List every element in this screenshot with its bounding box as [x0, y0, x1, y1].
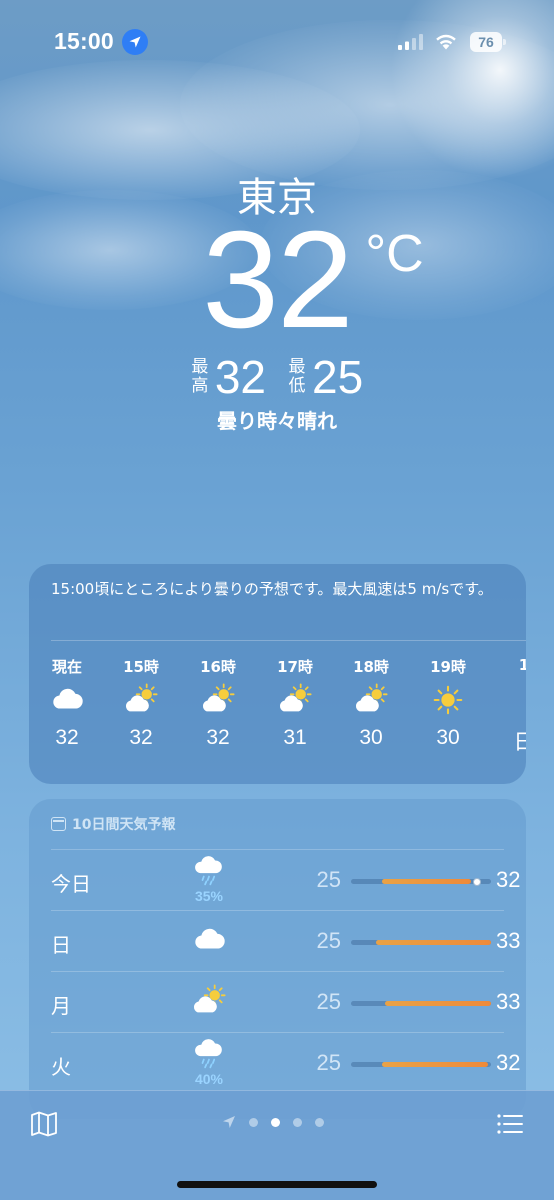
location-page-icon[interactable]	[222, 1115, 236, 1129]
precip-chance: 40%	[194, 1071, 224, 1087]
weather-condition: 曇り時々晴れ	[217, 409, 337, 433]
temp-range-fill	[376, 940, 491, 945]
precip-chance: 35%	[194, 888, 224, 904]
current-temp-dot	[473, 877, 481, 886]
ten-day-forecast-card[interactable]: 10日間天気予報 今日 35% 25 32 日 25 33 月 25 33 火 40% 25 32	[29, 799, 526, 1119]
day-high: 32	[496, 867, 521, 892]
page-dot[interactable]	[293, 1117, 302, 1127]
rain-cloud-icon: 40%	[181, 1037, 237, 1087]
page-dot[interactable]	[271, 1117, 280, 1127]
day-low: 25	[316, 989, 341, 1014]
daily-row[interactable]: 月 25 33	[51, 971, 520, 1032]
hour-label: 16時	[200, 658, 236, 676]
temp-range-bar	[351, 940, 491, 945]
day-name: 火	[51, 1055, 71, 1079]
low-label: 最低	[288, 357, 306, 396]
temp-range-bar	[351, 877, 491, 886]
day-high: 33	[496, 989, 521, 1014]
home-indicator[interactable]	[177, 1181, 377, 1188]
battery-icon: 76	[470, 32, 506, 52]
hour-item: 18時 30	[341, 656, 401, 750]
hour-item: 19時 30	[418, 656, 478, 750]
status-time: 15:00	[54, 28, 114, 54]
cellular-signal-icon	[398, 34, 423, 50]
high-value: 32	[214, 351, 266, 403]
low-value: 25	[312, 351, 364, 403]
ten-day-header: 10日間天気予報	[51, 814, 175, 834]
temp-range-fill	[384, 1001, 491, 1006]
low-temp: 最低 25	[288, 350, 364, 404]
hour-label: 18時	[353, 658, 389, 676]
high-label: 最高	[191, 357, 209, 396]
hour-label: 1	[518, 656, 526, 674]
cloud-icon	[181, 915, 237, 965]
partly-sunny-icon	[265, 678, 325, 722]
calendar-icon	[51, 817, 66, 831]
temp-range-fill	[381, 1062, 489, 1067]
high-low-temps: 最高 32 最低 25	[0, 350, 554, 404]
daily-row[interactable]: 今日 35% 25 32	[51, 849, 520, 910]
hour-temp: 30	[436, 726, 460, 749]
partly-sunny-icon	[181, 976, 237, 1026]
wifi-icon	[436, 34, 456, 50]
ten-day-title: 10日間天気予報	[72, 817, 176, 833]
page-dot[interactable]	[315, 1117, 324, 1127]
day-name: 日	[51, 933, 71, 957]
temperature-value: 32	[202, 203, 353, 357]
hourly-summary: 15:00頃にところにより曇りの予想です。最大風速は5 m/sです。	[51, 580, 493, 598]
daily-row[interactable]: 火 40% 25 32	[51, 1032, 520, 1093]
hour-item: 現在 32	[37, 656, 97, 750]
hour-label: 17時	[277, 658, 313, 676]
day-high: 33	[496, 928, 521, 953]
map-icon[interactable]	[30, 1111, 58, 1137]
city-list-icon[interactable]	[496, 1111, 524, 1137]
temperature-unit: °C	[365, 225, 424, 283]
temp-range-fill	[381, 879, 472, 884]
temp-range-bar	[351, 1001, 491, 1006]
day-name: 月	[51, 994, 71, 1018]
rain-cloud-icon: 35%	[181, 854, 237, 904]
high-temp: 最高 32	[191, 350, 266, 404]
hour-temp: 30	[359, 726, 383, 749]
day-low: 25	[316, 1050, 341, 1075]
hourly-forecast-card[interactable]: 15:00頃にところにより曇りの予想です。最大風速は5 m/sです。 現在 32 1…	[29, 564, 526, 784]
hour-item: 17時 31	[265, 656, 325, 750]
partly-sunny-icon	[111, 678, 171, 722]
day-low: 25	[316, 867, 341, 892]
hour-item: 16時 32	[188, 656, 248, 750]
hour-label: 現在	[51, 658, 82, 676]
day-high: 32	[496, 1050, 521, 1075]
partly-sunny-icon	[188, 678, 248, 722]
partly-sunny-icon	[341, 678, 401, 722]
day-low: 25	[316, 928, 341, 953]
hour-item: 1日	[494, 656, 527, 756]
day-name: 今日	[51, 872, 91, 896]
daily-row[interactable]: 日 25 33	[51, 910, 520, 971]
hour-temp: 31	[283, 726, 307, 749]
bottom-toolbar	[0, 1090, 554, 1200]
hour-label: 19時	[430, 658, 466, 676]
hour-temp: 32	[129, 726, 153, 749]
weather-icon	[494, 678, 526, 722]
hour-temp: 日	[513, 731, 527, 754]
status-bar: 15:00 76	[0, 0, 554, 82]
battery-level: 76	[470, 32, 502, 52]
divider	[51, 640, 526, 641]
hour-label: 15時	[123, 658, 159, 676]
page-dot[interactable]	[249, 1117, 258, 1127]
hour-temp: 32	[206, 726, 230, 749]
current-temperature: 32 °C	[0, 210, 554, 350]
cloud-icon	[37, 678, 97, 722]
temp-range-bar	[351, 1062, 491, 1067]
location-arrow-icon	[122, 29, 148, 55]
hour-temp: 32	[55, 726, 79, 749]
hour-item: 15時 32	[111, 656, 171, 750]
page-indicator[interactable]	[222, 1115, 324, 1129]
sun-icon	[418, 678, 478, 722]
